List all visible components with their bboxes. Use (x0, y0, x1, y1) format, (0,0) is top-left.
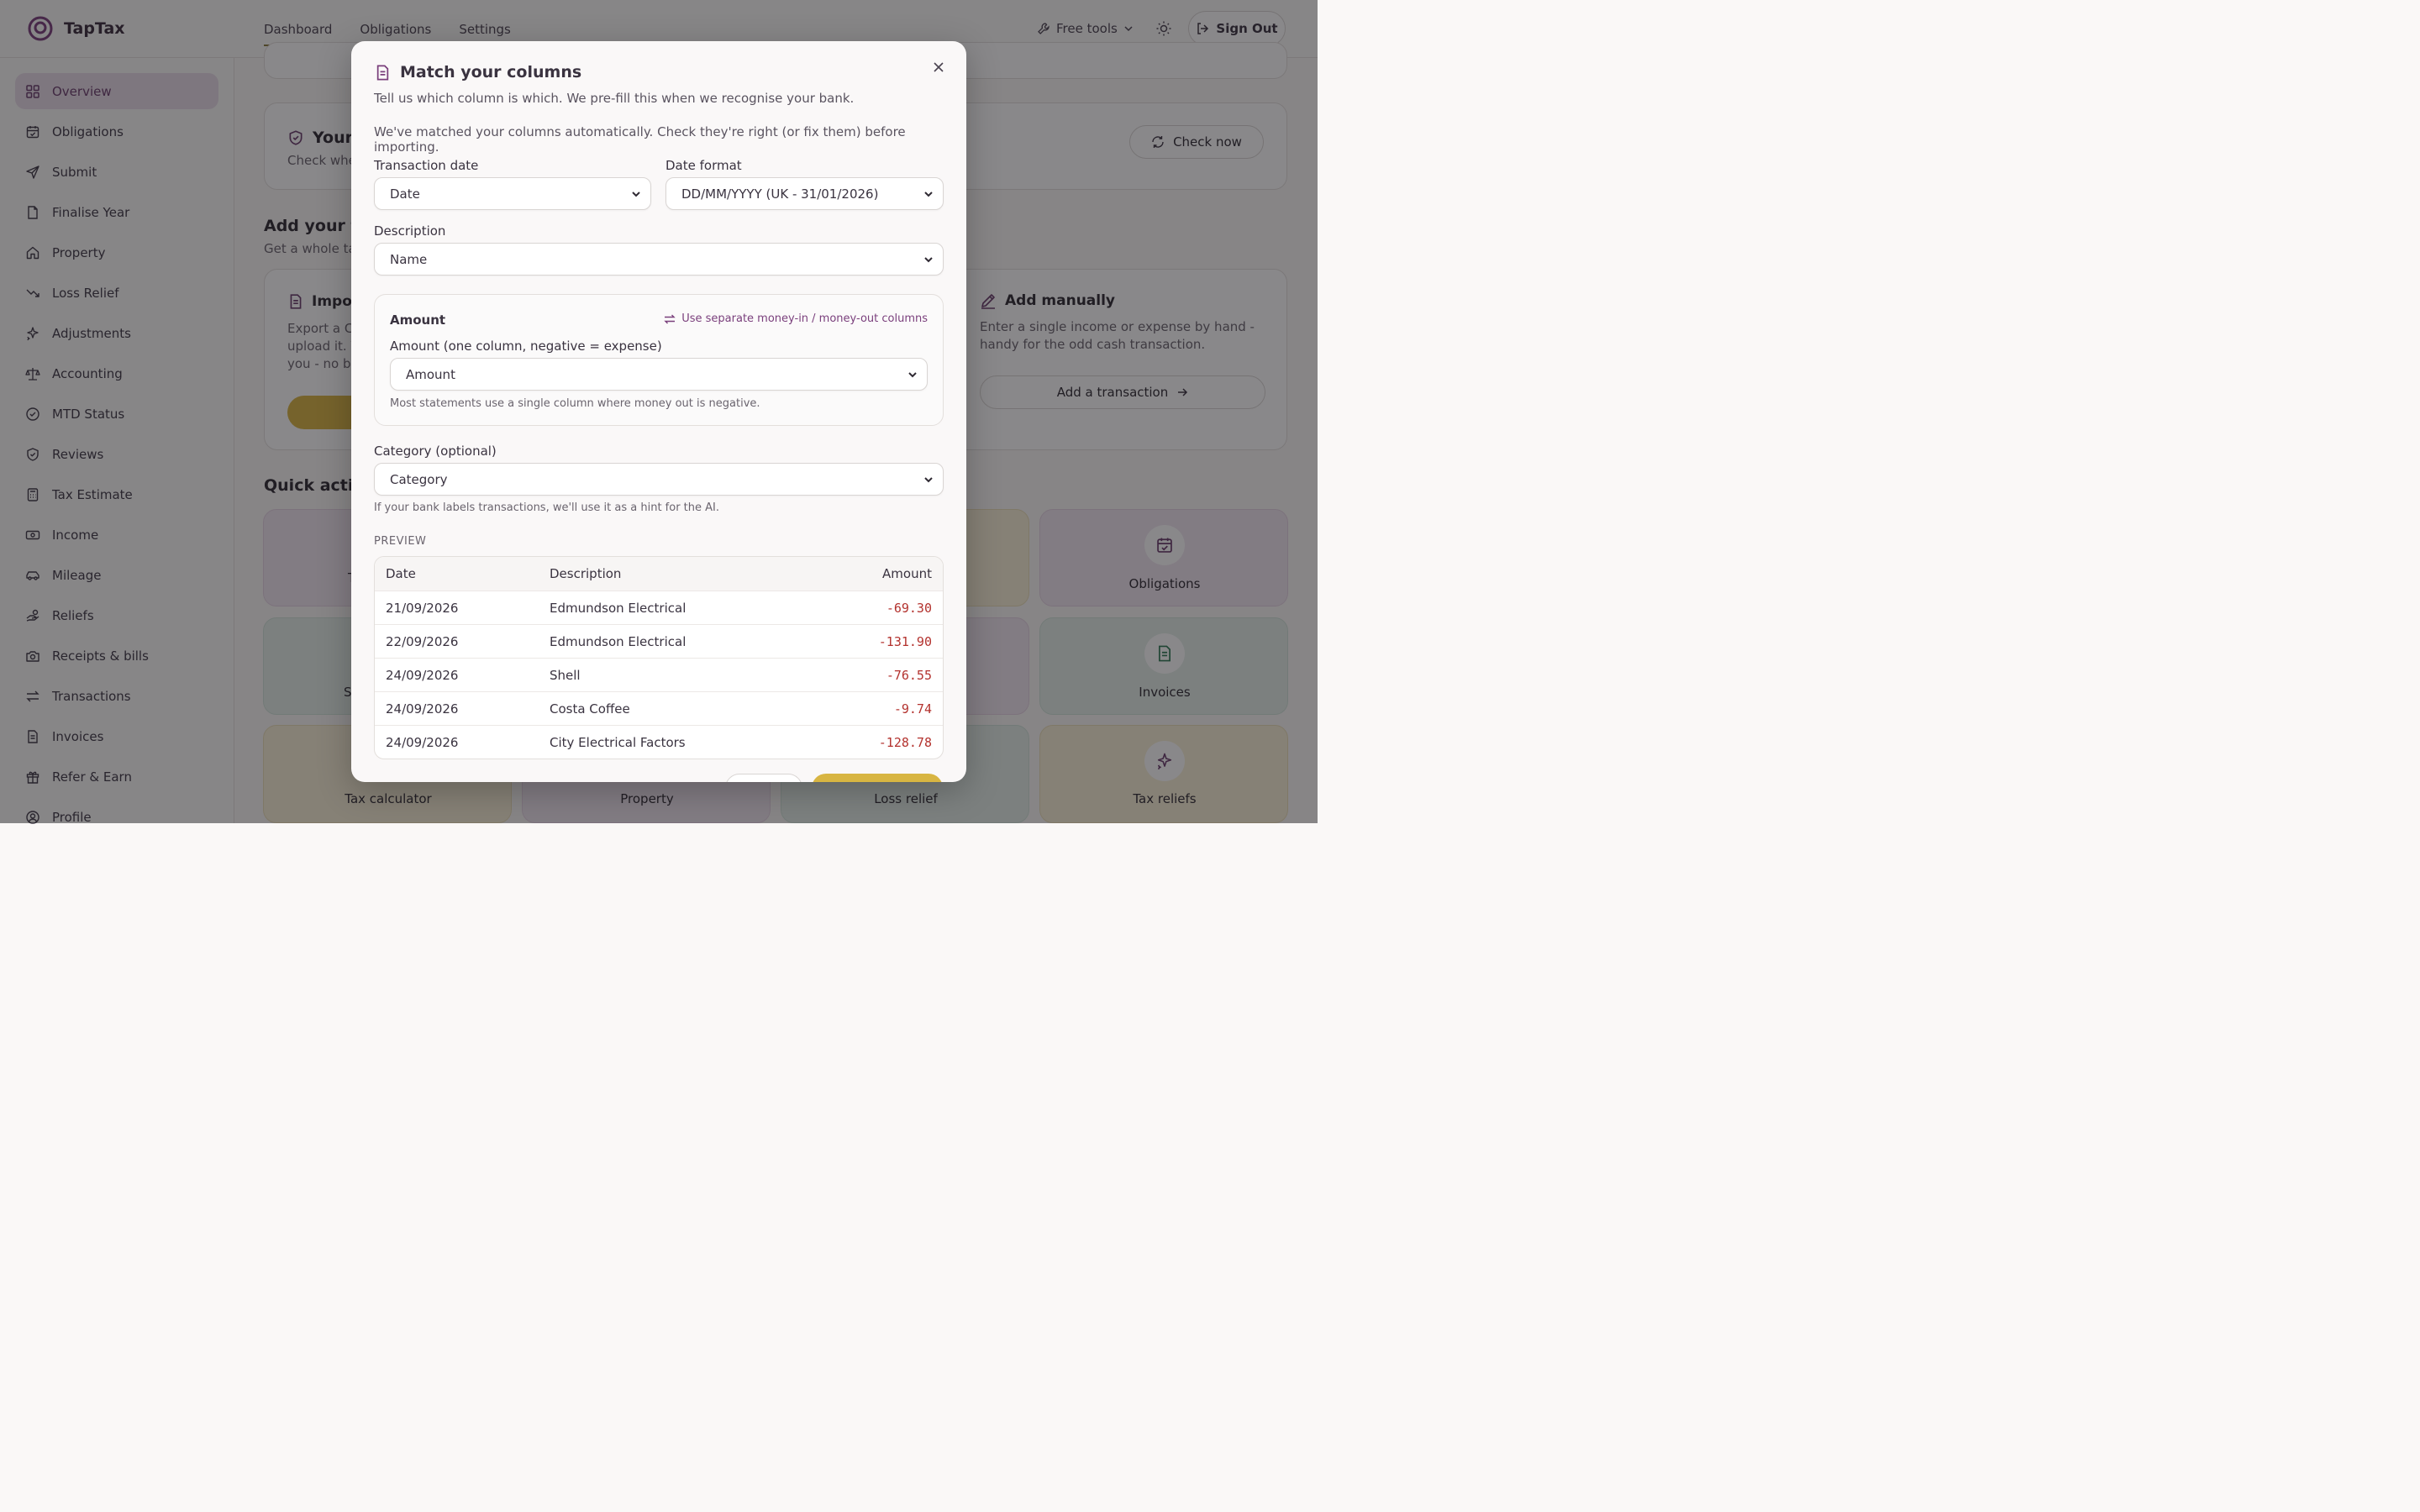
category-select[interactable]: Category (374, 463, 944, 496)
cell-amount: -128.78 (878, 735, 932, 750)
category-hint: If your bank labels transactions, we'll … (374, 501, 720, 514)
match-columns-dialog: Match your columns Tell us which column … (351, 41, 966, 782)
amount-value: Amount (406, 366, 455, 382)
amount-hint: Most statements use a single column wher… (390, 397, 760, 410)
chevron-down-icon (924, 477, 933, 483)
description-label: Description (374, 223, 446, 239)
amount-column-label: Amount (one column, negative = expense) (390, 339, 662, 354)
dialog-title: Match your columns (400, 63, 582, 81)
date-format-select[interactable]: DD/MM/YYYY (UK - 31/01/2026) (666, 177, 944, 210)
table-row: 21/09/2026 Edmundson Electrical -69.30 (375, 591, 943, 624)
separate-columns-label: Use separate money-in / money-out column… (681, 312, 928, 325)
cell-description: Edmundson Electrical (550, 634, 687, 649)
cell-amount: -69.30 (886, 601, 932, 616)
close-button[interactable] (928, 56, 950, 78)
cell-date: 24/09/2026 (386, 668, 459, 683)
category-value: Category (390, 471, 448, 487)
transaction-date-select[interactable]: Date (374, 177, 651, 210)
cell-description: City Electrical Factors (550, 735, 686, 750)
cell-amount: -131.90 (878, 634, 932, 649)
table-header-row: Date Description Amount (375, 557, 943, 591)
table-row: 24/09/2026 Shell -76.55 (375, 658, 943, 691)
cell-amount: -76.55 (886, 668, 932, 683)
cancel-button[interactable] (725, 774, 802, 782)
transaction-date-label: Transaction date (374, 158, 479, 173)
chevron-down-icon (908, 372, 917, 378)
date-format-label: Date format (666, 158, 742, 173)
preview-label: PREVIEW (374, 535, 427, 548)
chevron-down-icon (632, 192, 640, 197)
cell-date: 24/09/2026 (386, 701, 459, 717)
cell-description: Costa Coffee (550, 701, 630, 717)
separate-columns-link[interactable]: Use separate money-in / money-out column… (664, 312, 928, 325)
import-button[interactable] (812, 774, 943, 782)
cell-date: 21/09/2026 (386, 601, 459, 616)
dialog-subtitle: Tell us which column is which. We pre-fi… (374, 91, 855, 106)
cell-description: Shell (550, 668, 581, 683)
cell-amount: -9.74 (893, 701, 932, 717)
close-icon (934, 62, 944, 72)
amount-section: Amount Use separate money-in / money-out… (374, 294, 944, 426)
preview-table: Date Description Amount 21/09/2026 Edmun… (374, 556, 944, 759)
cell-description: Edmundson Electrical (550, 601, 687, 616)
description-select[interactable]: Name (374, 243, 944, 276)
table-row: 22/09/2026 Edmundson Electrical -131.90 (375, 624, 943, 658)
cell-date: 24/09/2026 (386, 735, 459, 750)
chevron-down-icon (924, 192, 933, 197)
category-label: Category (optional) (374, 444, 497, 459)
chevron-down-icon (924, 257, 933, 263)
description-value: Name (390, 251, 428, 267)
dialog-header: Match your columns (374, 63, 581, 81)
amount-heading: Amount (390, 312, 446, 328)
amount-select[interactable]: Amount (390, 358, 928, 391)
transaction-date-value: Date (390, 186, 420, 202)
column-header-date: Date (386, 566, 416, 581)
file-text-icon (376, 64, 389, 81)
cell-date: 22/09/2026 (386, 634, 459, 649)
date-format-value: DD/MM/YYYY (UK - 31/01/2026) (681, 186, 879, 202)
table-row: 24/09/2026 City Electrical Factors -128.… (375, 725, 943, 759)
swap-arrows-icon (664, 314, 676, 323)
auto-match-note: We've matched your columns automatically… (374, 124, 906, 155)
column-header-amount: Amount (882, 566, 932, 581)
table-row: 24/09/2026 Costa Coffee -9.74 (375, 691, 943, 725)
column-header-description: Description (550, 566, 622, 581)
